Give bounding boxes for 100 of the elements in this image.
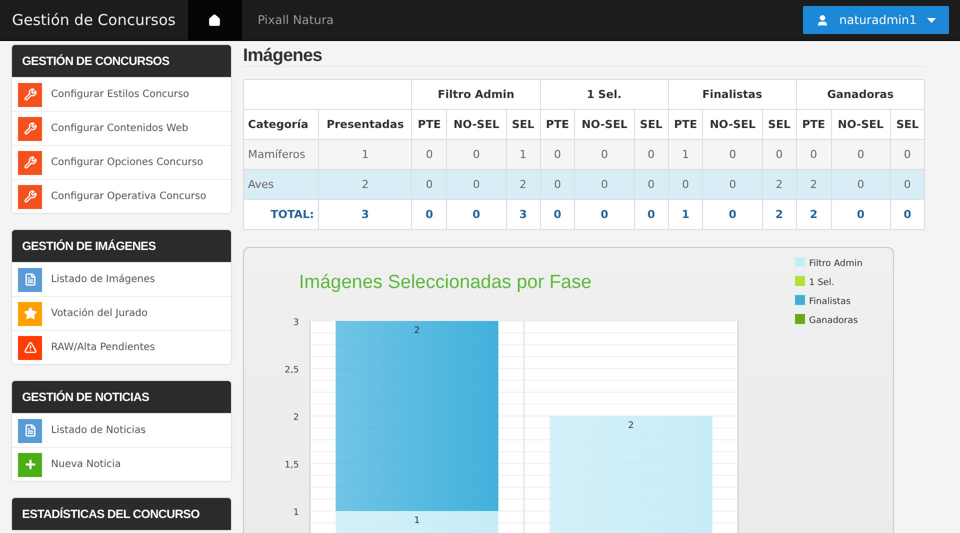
table-cell: 0	[762, 140, 796, 170]
sidebar-item[interactable]: Configurar Contenidos Web	[12, 111, 231, 145]
table-cell: 0	[702, 170, 762, 200]
group-header: Finalistas	[668, 80, 796, 110]
legend-swatch	[795, 257, 805, 267]
table-cell: Aves	[244, 170, 318, 200]
y-tick-label: 1,5	[284, 460, 299, 470]
y-tick-label: 1	[293, 508, 299, 518]
sidebar-item[interactable]: Configurar Operativa Concurso	[12, 179, 231, 213]
table-cell: 0	[540, 140, 575, 170]
table-cell: 2	[762, 200, 796, 230]
table-cell: 0	[634, 140, 668, 170]
table-cell: 2	[796, 200, 832, 230]
wrench-icon	[24, 122, 36, 135]
y-tick-label: 2	[293, 413, 299, 423]
table-cell: 0	[831, 140, 890, 170]
sidebar-item-label: Configurar Opciones Concurso	[51, 157, 204, 168]
table-cell: 2	[318, 170, 412, 200]
panel-heading: GESTIÓN DE CONCURSOS	[12, 45, 231, 77]
legend-label: Filtro Admin	[809, 259, 863, 269]
bar-value-label: 2	[628, 421, 634, 431]
table-cell: 0	[634, 170, 668, 200]
sidebar-item[interactable]: Listado de Noticias	[12, 413, 231, 447]
table-cell: Mamíferos	[244, 140, 318, 170]
table-cell: 0	[634, 200, 668, 230]
table-cell: 0	[702, 200, 762, 230]
sidebar-item[interactable]: Votación del Jurado	[12, 296, 231, 330]
table-cell: 0	[890, 170, 924, 200]
table-cell: 0	[668, 170, 703, 200]
y-tick-label: 3	[293, 318, 299, 328]
home-tab[interactable]	[188, 0, 242, 40]
table-cell: 0	[831, 200, 890, 230]
table-cell: 0	[412, 200, 447, 230]
panel-heading: GESTIÓN DE IMÁGENES	[12, 230, 231, 262]
sidebar-item[interactable]: Listado de Imágenes	[12, 262, 231, 296]
table-cell: 1	[506, 140, 540, 170]
table-cell: 0	[574, 200, 634, 230]
table-cell: 0	[412, 170, 447, 200]
table-cell: 0	[446, 140, 506, 170]
warning-icon	[24, 341, 36, 354]
document-icon	[24, 424, 36, 437]
group-header: Ganadoras	[796, 80, 924, 110]
group-header: 1 Sel.	[540, 80, 668, 110]
sidebar-item[interactable]: Nueva Noticia	[12, 447, 231, 481]
sidebar-item[interactable]: Configurar Estilos Concurso	[12, 77, 231, 111]
user-menu-button[interactable]: naturadmin1	[803, 6, 949, 34]
caret-icon	[926, 18, 936, 22]
table-cell: 0	[446, 170, 506, 200]
sidebar-item-label: Configurar Estilos Concurso	[51, 89, 190, 100]
table-cell: 1	[668, 200, 703, 230]
sidebar-item[interactable]: Configurar Opciones Concurso	[12, 145, 231, 179]
sidebar-item-label: Configurar Operativa Concurso	[51, 191, 206, 202]
bar-value-label: 2	[414, 326, 420, 336]
sidebar-item-label: Votación del Jurado	[51, 308, 148, 319]
legend-label: 1 Sel.	[809, 278, 834, 288]
table-cell: 2	[796, 170, 832, 200]
star-icon	[24, 307, 36, 320]
table-cell: 0	[574, 170, 634, 200]
total-label: TOTAL:	[244, 200, 318, 230]
chart-title: Imágenes Seleccionadas por Fase	[299, 272, 592, 293]
document-icon	[24, 273, 36, 286]
table-cell: 3	[506, 200, 540, 230]
table-cell: 0	[540, 170, 575, 200]
legend-swatch	[795, 295, 805, 305]
wrench-icon	[24, 156, 36, 169]
bar-value-label: 1	[414, 516, 420, 526]
sidebar-item-label: RAW/Alta Pendientes	[51, 342, 156, 353]
table-cell: 0	[574, 140, 634, 170]
table-cell: 1	[668, 140, 703, 170]
plus-icon	[24, 458, 36, 471]
sidebar-item-label: Nueva Noticia	[51, 459, 121, 470]
table-cell: 0	[540, 200, 575, 230]
nav-tab[interactable]: Pixall Natura	[242, 0, 350, 40]
table-cell: 0	[831, 170, 890, 200]
legend-swatch	[795, 276, 805, 286]
legend-label: Ganadoras	[809, 316, 858, 326]
page-title: Imágenes	[243, 45, 925, 67]
app-title: Gestión de Concursos	[11, 10, 177, 31]
y-tick-label: 2,5	[284, 366, 299, 376]
table-cell: 2	[762, 170, 796, 200]
table-cell: 0	[890, 140, 924, 170]
panel-heading: GESTIÓN DE NOTICIAS	[12, 381, 231, 413]
legend-label: Finalistas	[809, 297, 851, 307]
table-cell: 0	[890, 200, 924, 230]
panel-heading: ESTADÍSTICAS DEL CONCURSO	[12, 498, 231, 530]
wrench-icon	[24, 190, 36, 203]
sidebar-item[interactable]: RAW/Alta Pendientes	[12, 330, 231, 364]
table-cell: 2	[506, 170, 540, 200]
group-header: Filtro Admin	[412, 80, 540, 110]
table-cell: 0	[412, 140, 447, 170]
table-cell: 3	[318, 200, 412, 230]
table-cell: 0	[446, 200, 506, 230]
table-cell: 0	[796, 140, 832, 170]
sidebar-item-label: Listado de Noticias	[51, 425, 146, 436]
table-cell: 0	[702, 140, 762, 170]
sidebar-item-label: Configurar Contenidos Web	[51, 123, 188, 134]
legend-swatch	[795, 314, 805, 324]
table-cell: 1	[318, 140, 412, 170]
wrench-icon	[24, 88, 36, 101]
home-icon	[208, 14, 222, 26]
